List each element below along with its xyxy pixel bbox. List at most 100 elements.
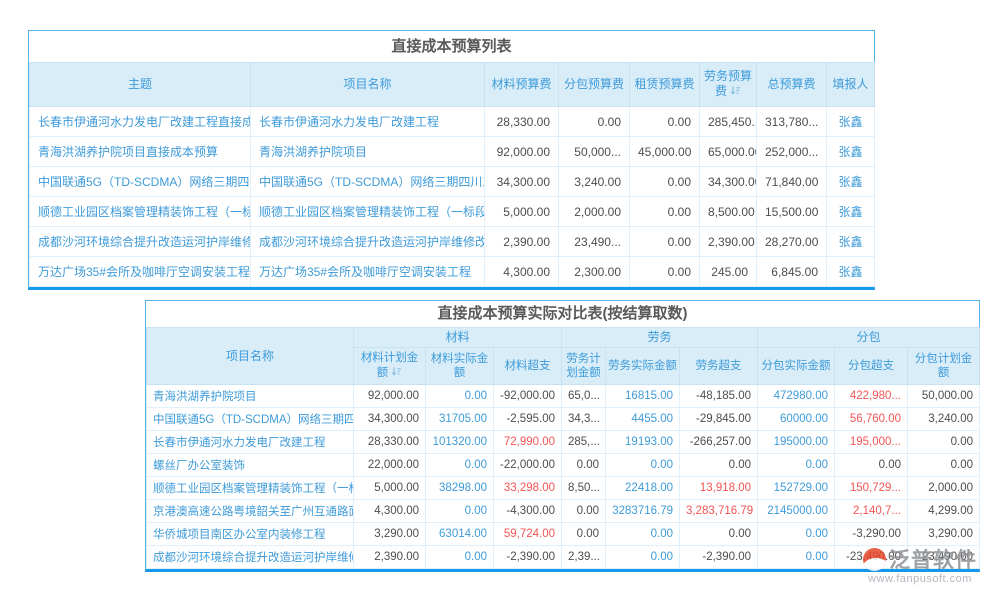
sub-header-3-2[interactable]: 分包超支 [835, 348, 908, 385]
group-header-3[interactable]: 分包 [758, 328, 980, 348]
compare-project-link[interactable]: 中国联通5G（TD-SCDMA）网络三期四川工程 [147, 408, 354, 431]
compare-row: 螺丝厂办公室装饰22,000.000.00-22,000.000.000.000… [147, 454, 980, 477]
compare-amount-cell[interactable]: 2145000.00 [758, 500, 835, 523]
reporter-link[interactable]: 张鑫 [827, 257, 875, 287]
col-header-5[interactable]: 租赁预算费 [630, 63, 700, 107]
compare-amount-cell[interactable]: 0.00 [758, 523, 835, 546]
compare-amount-cell: 422,980... [835, 385, 908, 408]
column-label: 材料超支 [505, 360, 551, 372]
compare-amount-cell: 33,298.00 [494, 477, 562, 500]
compare-amount-cell[interactable]: 0.00 [426, 546, 494, 569]
compare-project-link[interactable]: 华侨城项目南区办公室内装修工程 [147, 523, 354, 546]
compare-amount-cell[interactable]: 0.00 [426, 385, 494, 408]
compare-amount-cell[interactable]: 63014.00 [426, 523, 494, 546]
sub-header-2-3[interactable]: 劳务超支 [680, 348, 758, 385]
compare-amount-cell: 3,290.00 [354, 523, 426, 546]
column-label: 材料 [445, 330, 469, 344]
reporter-link[interactable]: 张鑫 [827, 197, 875, 227]
compare-project-link[interactable]: 长春市伊通河水力发电厂改建工程 [147, 431, 354, 454]
compare-amount-cell: -4,300.00 [494, 500, 562, 523]
compare-amount-cell[interactable]: 0.00 [426, 500, 494, 523]
compare-amount-cell[interactable]: 22418.00 [606, 477, 680, 500]
col-header-2[interactable]: 项目名称 [251, 63, 485, 107]
compare-amount-cell: -48,185.00 [680, 385, 758, 408]
compare-amount-cell: 13,918.00 [680, 477, 758, 500]
amount-cell: 92,000.00 [485, 137, 559, 167]
compare-amount-cell[interactable]: 60000.00 [758, 408, 835, 431]
amount-cell: 285,450... [700, 107, 757, 137]
budget-list-body: 长春市伊通河水力发电厂改建工程直接成本...长春市伊通河水力发电厂改建工程28,… [30, 107, 875, 287]
subject-link[interactable]: 中国联通5G（TD-SCDMA）网络三期四川... [30, 167, 251, 197]
subject-link[interactable]: 青海洪湖养护院项目直接成本预算 [30, 137, 251, 167]
sub-header-2-2[interactable]: 劳务实际金额 [606, 348, 680, 385]
compare-amount-cell[interactable]: 0.00 [606, 546, 680, 569]
project-link[interactable]: 成都沙河环境综合提升改造运河护岸维修改造 [251, 227, 485, 257]
col-header-7[interactable]: 总预算费 [757, 63, 827, 107]
compare-amount-cell: 0.00 [908, 454, 980, 477]
budget-list-table: 主题项目名称材料预算费分包预算费租赁预算费劳务预算费总预算费填报人 长春市伊通河… [29, 62, 875, 287]
compare-amount-cell[interactable]: 0.00 [426, 454, 494, 477]
budget-list-row: 成都沙河环境综合提升改造运河护岸维修改...成都沙河环境综合提升改造运河护岸维修… [30, 227, 875, 257]
compare-amount-cell: 2,39... [562, 546, 606, 569]
compare-row: 中国联通5G（TD-SCDMA）网络三期四川工程34,300.0031705.0… [147, 408, 980, 431]
compare-project-link[interactable]: 青海洪湖养护院项目 [147, 385, 354, 408]
amount-cell: 313,780... [757, 107, 827, 137]
sub-header-1-2[interactable]: 材料实际金额 [426, 348, 494, 385]
project-link[interactable]: 顺德工业园区档案管理精装饰工程（一标段） [251, 197, 485, 227]
compare-amount-cell: 8,50... [562, 477, 606, 500]
compare-amount-cell[interactable]: 0.00 [758, 546, 835, 569]
col-header-4[interactable]: 分包预算费 [559, 63, 630, 107]
subject-link[interactable]: 长春市伊通河水力发电厂改建工程直接成本... [30, 107, 251, 137]
compare-amount-cell: 195,000... [835, 431, 908, 454]
amount-cell: 34,300.00 [700, 167, 757, 197]
sub-header-2-1[interactable]: 劳务计划金额 [562, 348, 606, 385]
budget-list-header-row: 主题项目名称材料预算费分包预算费租赁预算费劳务预算费总预算费填报人 [30, 63, 875, 107]
project-link[interactable]: 青海洪湖养护院项目 [251, 137, 485, 167]
sub-header-3-3[interactable]: 分包计划金额 [908, 348, 980, 385]
reporter-link[interactable]: 张鑫 [827, 137, 875, 167]
compare-project-link[interactable]: 顺德工业园区档案管理精装饰工程（一标段） [147, 477, 354, 500]
sub-header-1-1[interactable]: 材料计划金额 [354, 348, 426, 385]
compare-amount-cell[interactable]: 38298.00 [426, 477, 494, 500]
group-header-2[interactable]: 劳务 [562, 328, 758, 348]
reporter-link[interactable]: 张鑫 [827, 107, 875, 137]
compare-amount-cell[interactable]: 31705.00 [426, 408, 494, 431]
subject-link[interactable]: 成都沙河环境综合提升改造运河护岸维修改... [30, 227, 251, 257]
column-label: 劳务预算费 [704, 69, 752, 98]
compare-body: 青海洪湖养护院项目92,000.000.00-92,000.0065,0...1… [147, 385, 980, 569]
compare-project-link[interactable]: 京港澳高速公路粤境韶关至广州互通路面改造中 [147, 500, 354, 523]
compare-project-link[interactable]: 成都沙河环境综合提升改造运河护岸维修改造 [147, 546, 354, 569]
col-header-8[interactable]: 填报人 [827, 63, 875, 107]
compare-amount-cell[interactable]: 16815.00 [606, 385, 680, 408]
project-link[interactable]: 长春市伊通河水力发电厂改建工程 [251, 107, 485, 137]
amount-cell: 245.00 [700, 257, 757, 287]
column-label: 租赁预算费 [634, 77, 694, 91]
compare-row: 京港澳高速公路粤境韶关至广州互通路面改造中4,300.000.00-4,300.… [147, 500, 980, 523]
project-link[interactable]: 中国联通5G（TD-SCDMA）网络三期四川工程 [251, 167, 485, 197]
group-header-1[interactable]: 材料 [354, 328, 562, 348]
col-header-6[interactable]: 劳务预算费 [700, 63, 757, 107]
column-label: 劳务计划金额 [566, 353, 601, 379]
subject-link[interactable]: 万达广场35#会所及咖啡厅空调安装工程工... [30, 257, 251, 287]
sub-header-3-1[interactable]: 分包实际金额 [758, 348, 835, 385]
compare-amount-cell[interactable]: 472980.00 [758, 385, 835, 408]
col-header-3[interactable]: 材料预算费 [485, 63, 559, 107]
reporter-link[interactable]: 张鑫 [827, 227, 875, 257]
compare-amount-cell[interactable]: 0.00 [606, 523, 680, 546]
subject-link[interactable]: 顺德工业园区档案管理精装饰工程（一标段... [30, 197, 251, 227]
compare-amount-cell[interactable]: 152729.00 [758, 477, 835, 500]
project-link[interactable]: 万达广场35#会所及咖啡厅空调安装工程 [251, 257, 485, 287]
compare-amount-cell[interactable]: 0.00 [758, 454, 835, 477]
column-label: 分包超支 [848, 360, 894, 372]
compare-project-link[interactable]: 螺丝厂办公室装饰 [147, 454, 354, 477]
compare-amount-cell[interactable]: 3283716.79 [606, 500, 680, 523]
col-header-1[interactable]: 主题 [30, 63, 251, 107]
compare-amount-cell[interactable]: 19193.00 [606, 431, 680, 454]
sub-header-1-3[interactable]: 材料超支 [494, 348, 562, 385]
compare-amount-cell[interactable]: 4455.00 [606, 408, 680, 431]
compare-amount-cell[interactable]: 195000.00 [758, 431, 835, 454]
col-header-project[interactable]: 项目名称 [147, 328, 354, 385]
compare-amount-cell[interactable]: 0.00 [606, 454, 680, 477]
compare-amount-cell[interactable]: 101320.00 [426, 431, 494, 454]
reporter-link[interactable]: 张鑫 [827, 167, 875, 197]
